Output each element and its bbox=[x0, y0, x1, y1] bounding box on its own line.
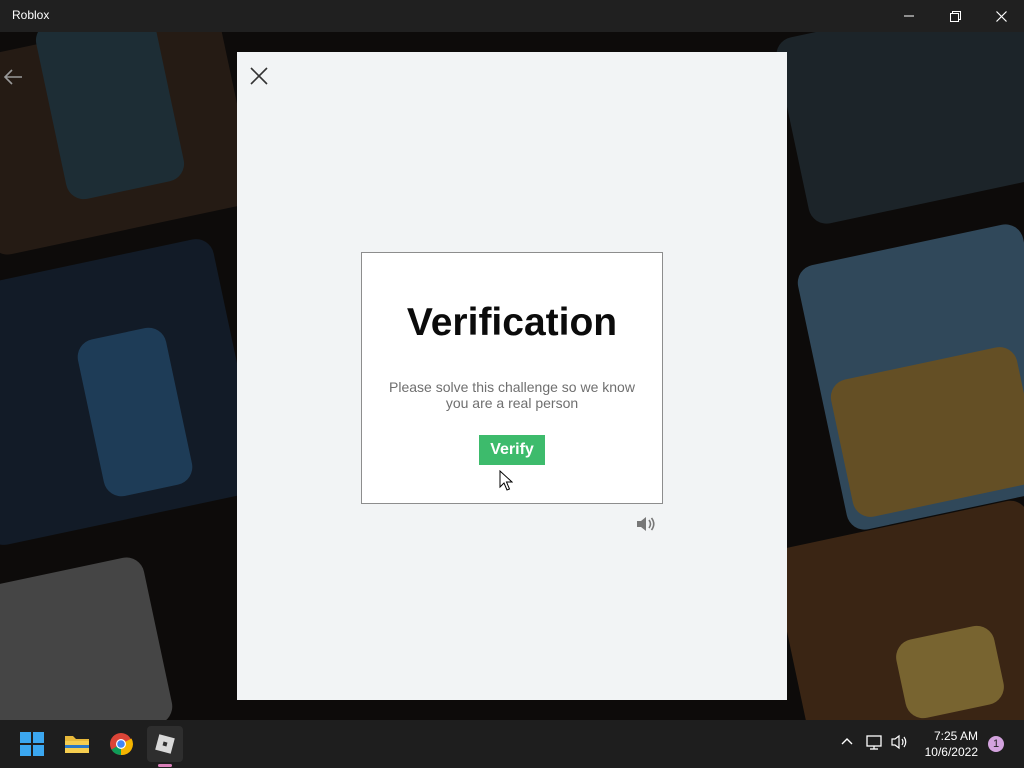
clock-date: 10/6/2022 bbox=[924, 745, 978, 759]
challenge-message: Please solve this challenge so we know y… bbox=[389, 379, 635, 411]
modal-close-button[interactable] bbox=[249, 66, 269, 86]
restore-icon bbox=[949, 10, 961, 22]
verification-modal: Verification Please solve this challenge… bbox=[237, 52, 787, 700]
folder-icon bbox=[65, 736, 89, 753]
verification-heading: Verification bbox=[406, 301, 618, 344]
mouse-cursor-icon bbox=[499, 470, 513, 491]
chrome-icon bbox=[110, 733, 133, 756]
restore-button[interactable] bbox=[932, 0, 978, 32]
speaker-icon bbox=[637, 517, 655, 531]
window-close-button[interactable] bbox=[978, 0, 1024, 32]
close-icon bbox=[250, 67, 268, 85]
clock-time: 7:25 AM bbox=[933, 729, 978, 743]
active-app-indicator bbox=[158, 764, 172, 767]
volume-icon bbox=[891, 734, 907, 750]
close-icon bbox=[995, 10, 1007, 22]
minimize-icon bbox=[904, 15, 914, 17]
volume-button[interactable] bbox=[891, 734, 909, 755]
taskbar-file-explorer[interactable] bbox=[59, 726, 95, 762]
window-title: Roblox bbox=[12, 8, 50, 22]
audio-challenge-button[interactable] bbox=[635, 514, 657, 534]
start-button[interactable] bbox=[14, 726, 50, 762]
taskbar-clock[interactable]: 7:25 AM 10/6/2022 bbox=[910, 728, 978, 760]
challenge-card: Verification Please solve this challenge… bbox=[361, 252, 663, 504]
network-icon bbox=[866, 735, 882, 750]
back-arrow-icon bbox=[3, 69, 22, 85]
windows-start-icon bbox=[20, 732, 44, 756]
minimize-button[interactable] bbox=[886, 0, 932, 32]
verify-button[interactable]: Verify bbox=[479, 435, 545, 465]
chevron-up-icon bbox=[841, 738, 853, 745]
notification-badge[interactable]: 1 bbox=[988, 736, 1004, 752]
network-status-button[interactable] bbox=[866, 734, 884, 755]
roblox-icon bbox=[155, 734, 175, 754]
window-title-bar: Roblox bbox=[0, 0, 1024, 32]
back-button[interactable] bbox=[2, 68, 24, 91]
taskbar: 7:25 AM 10/6/2022 1 bbox=[0, 720, 1024, 768]
tray-overflow-button[interactable] bbox=[840, 734, 854, 753]
taskbar-roblox[interactable] bbox=[147, 726, 183, 762]
taskbar-chrome[interactable] bbox=[103, 726, 139, 762]
